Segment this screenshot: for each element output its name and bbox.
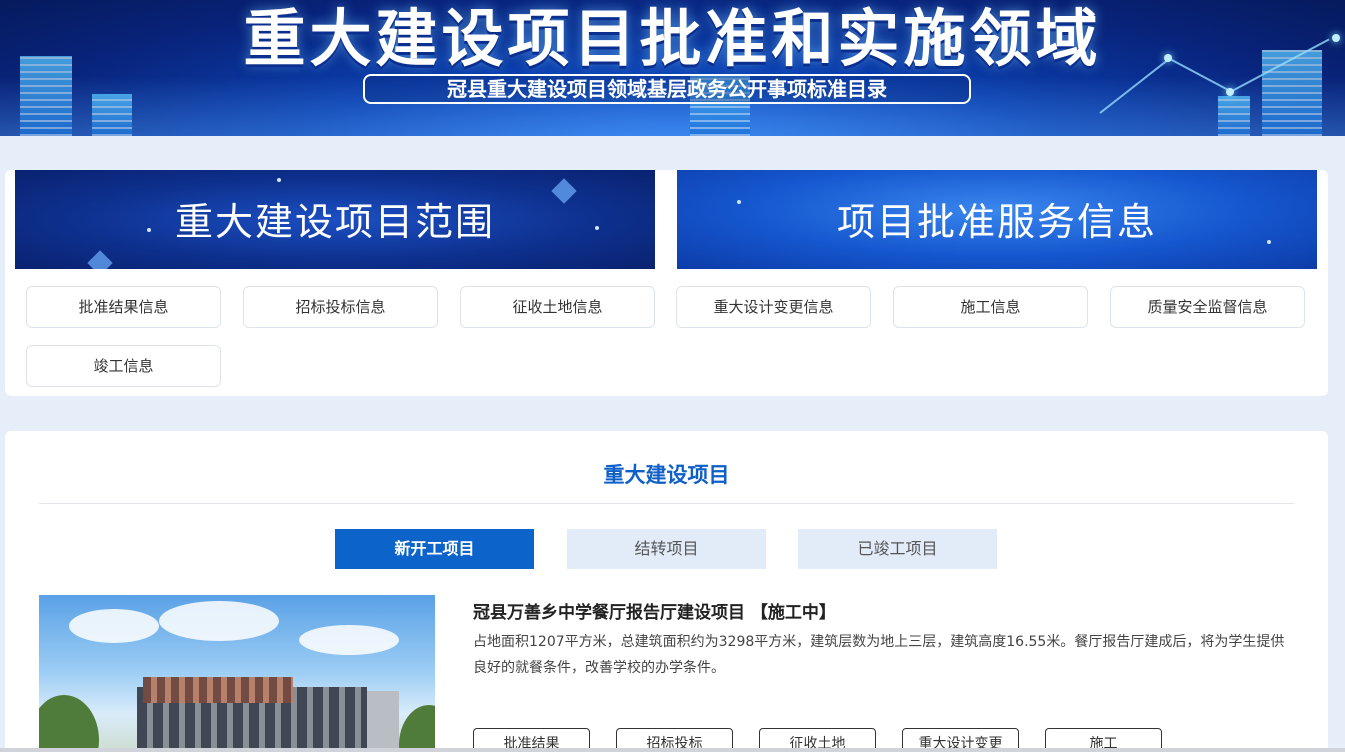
page-title: 重大建设项目批准和实施领域 — [243, 2, 1102, 75]
tree — [399, 705, 435, 752]
banner-building-right-2 — [1218, 96, 1250, 136]
category-panel: 重大建设项目范围 项目批准服务信息 批准结果信息 招标投标信息 征收土地信息 重… — [5, 170, 1328, 396]
project-image[interactable] — [39, 595, 435, 752]
category-button-quality-safety[interactable]: 质量安全监督信息 — [1110, 286, 1305, 328]
page-subtitle: 冠县重大建设项目领域基层政务公开事项标准目录 — [363, 74, 971, 104]
category-button-construction[interactable]: 施工信息 — [893, 286, 1088, 328]
sparkle — [737, 200, 741, 204]
cloud — [299, 625, 399, 655]
section-title: 重大建设项目 — [603, 463, 730, 487]
category-button-land-acquisition[interactable]: 征收土地信息 — [460, 286, 655, 328]
tab-new-projects[interactable]: 新开工项目 — [335, 529, 534, 569]
tab-completed-projects[interactable]: 已竣工项目 — [798, 529, 997, 569]
category-button-approval-results[interactable]: 批准结果信息 — [26, 286, 221, 328]
banner-chart-dot-2 — [1226, 88, 1234, 96]
banner-building-left-2 — [92, 94, 132, 136]
sparkle — [595, 226, 599, 230]
category-button-completion[interactable]: 竣工信息 — [26, 345, 221, 387]
bottom-scroll-edge — [0, 748, 1345, 752]
cube-decoration — [551, 178, 577, 204]
tree — [39, 695, 99, 752]
header-banner: 重大建设项目批准和实施领域 冠县重大建设项目领域基层政务公开事项标准目录 — [0, 0, 1345, 136]
banner-label: 重大建设项目范围 — [174, 200, 495, 244]
sparkle — [1267, 240, 1271, 244]
divider — [39, 503, 1294, 504]
category-button-design-change[interactable]: 重大设计变更信息 — [676, 286, 871, 328]
banner-label: 项目批准服务信息 — [836, 200, 1157, 244]
banner-approval-service[interactable]: 项目批准服务信息 — [677, 170, 1317, 269]
tab-ongoing-projects[interactable]: 结转项目 — [567, 529, 766, 569]
sparkle — [277, 178, 281, 182]
cube-decoration — [87, 250, 113, 269]
banner-project-scope[interactable]: 重大建设项目范围 — [15, 170, 655, 269]
building-top — [143, 677, 293, 703]
projects-panel: 重大建设项目 新开工项目 结转项目 已竣工项目 冠县万善乡中学餐厅报告厅建设项目… — [5, 431, 1328, 752]
category-button-bidding[interactable]: 招标投标信息 — [243, 286, 438, 328]
cloud — [69, 609, 159, 643]
project-title[interactable]: 冠县万善乡中学餐厅报告厅建设项目 【施工中】 — [473, 598, 836, 623]
sparkle — [147, 228, 151, 232]
cloud — [159, 601, 279, 641]
project-description: 占地面积1207平方米，总建筑面积约为3298平方米，建筑层数为地上三层，建筑高… — [473, 634, 1285, 676]
